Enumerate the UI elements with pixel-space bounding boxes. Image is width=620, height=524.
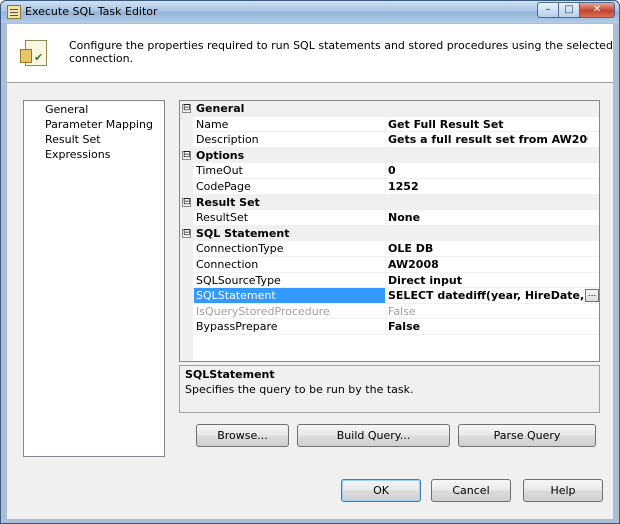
- collapse-icon[interactable]: ⊟: [182, 197, 191, 207]
- property-row-sqlsourcetype[interactable]: SQLSourceType Direct input: [180, 272, 599, 289]
- collapse-icon[interactable]: ⊟: [182, 150, 191, 160]
- property-row-description[interactable]: Description Gets a full result set from …: [180, 132, 599, 148]
- property-name: Connection: [194, 257, 386, 272]
- title-bar[interactable]: Execute SQL Task Editor – □ ✕: [1, 1, 619, 23]
- property-row-connection[interactable]: Connection AW2008: [180, 257, 599, 273]
- task-editor-icon: [20, 40, 47, 66]
- property-name: Description: [194, 132, 386, 148]
- property-value[interactable]: None: [388, 210, 588, 225]
- help-button[interactable]: Help: [523, 479, 603, 502]
- minimize-button[interactable]: –: [537, 2, 559, 18]
- property-name: ResultSet: [194, 210, 386, 226]
- build-query-button[interactable]: Build Query...: [297, 424, 450, 447]
- property-value[interactable]: False: [388, 319, 588, 334]
- property-value[interactable]: 1252: [388, 179, 588, 194]
- header-description: Configure the properties required to run…: [69, 39, 613, 65]
- ellipsis-button[interactable]: ...: [585, 289, 599, 303]
- property-value[interactable]: OLE DB: [388, 241, 588, 256]
- property-row-sqlstatement[interactable]: SQLStatement SELECT datediff(year, HireD…: [180, 288, 599, 304]
- property-name: TimeOut: [194, 163, 386, 179]
- nav-item-expressions[interactable]: Expressions: [45, 147, 110, 162]
- category-result-set[interactable]: ⊟ Result Set: [180, 194, 599, 211]
- category-label: SQL Statement: [196, 226, 290, 240]
- dialog-window: Execute SQL Task Editor – □ ✕ Configure …: [0, 0, 620, 524]
- category-label: Result Set: [196, 195, 260, 209]
- property-name: SQLSourceType: [194, 272, 386, 288]
- property-description-panel: SQLStatement Specifies the query to be r…: [179, 365, 600, 413]
- description-text: Specifies the query to be run by the tas…: [185, 383, 414, 396]
- category-general[interactable]: ⊟ General: [180, 101, 599, 117]
- property-name: BypassPrepare: [194, 319, 386, 335]
- property-value[interactable]: Get Full Result Set: [388, 117, 588, 132]
- page-navigation: General Parameter Mapping Result Set Exp…: [23, 100, 165, 457]
- property-name: Name: [194, 116, 386, 132]
- property-row-bypassprepare[interactable]: BypassPrepare False: [180, 319, 599, 335]
- property-row-resultset[interactable]: ResultSet None: [180, 210, 599, 226]
- property-row-timeout[interactable]: TimeOut 0: [180, 163, 599, 179]
- nav-item-general[interactable]: General: [45, 102, 88, 117]
- category-label: General: [196, 102, 245, 115]
- property-value[interactable]: SELECT datediff(year, HireDate, GETDATE(…: [388, 288, 588, 303]
- category-options[interactable]: ⊟ Options: [180, 147, 599, 164]
- property-name: CodePage: [194, 179, 386, 194]
- window-title: Execute SQL Task Editor: [25, 5, 158, 18]
- nav-item-result-set[interactable]: Result Set: [45, 132, 101, 147]
- property-grid: ⊟ General Name Get Full Result Set Descr…: [179, 100, 600, 362]
- property-value[interactable]: AW2008: [388, 257, 588, 272]
- cancel-button[interactable]: Cancel: [431, 479, 511, 502]
- property-name-selected: SQLStatement: [194, 288, 386, 304]
- property-value: False: [388, 304, 416, 318]
- maximize-button[interactable]: □: [558, 2, 580, 18]
- property-row-isquerystoredprocedure[interactable]: IsQueryStoredProcedure False: [180, 303, 599, 320]
- property-name: ConnectionType: [194, 241, 386, 257]
- property-row-name[interactable]: Name Get Full Result Set: [180, 116, 599, 133]
- property-value[interactable]: 0: [388, 163, 588, 178]
- nav-item-parameter-mapping[interactable]: Parameter Mapping: [45, 117, 153, 132]
- category-label: Options: [196, 148, 245, 162]
- browse-button[interactable]: Browse...: [196, 424, 289, 447]
- close-button[interactable]: ✕: [579, 2, 615, 18]
- category-sql-statement[interactable]: ⊟ SQL Statement: [180, 225, 599, 242]
- collapse-icon[interactable]: ⊟: [182, 104, 191, 113]
- parse-query-button[interactable]: Parse Query: [458, 424, 596, 447]
- app-icon: [7, 5, 21, 19]
- dialog-header: Configure the properties required to run…: [7, 24, 613, 83]
- property-row-codepage[interactable]: CodePage 1252: [180, 179, 599, 195]
- property-value[interactable]: Gets a full result set from AW2008: [388, 132, 588, 147]
- property-name: IsQueryStoredProcedure: [194, 303, 386, 319]
- property-row-connectiontype[interactable]: ConnectionType OLE DB: [180, 241, 599, 257]
- property-value[interactable]: Direct input: [388, 273, 588, 288]
- collapse-icon[interactable]: ⊟: [182, 228, 191, 238]
- dialog-client: Configure the properties required to run…: [7, 24, 613, 519]
- description-title: SQLStatement: [185, 368, 275, 381]
- ok-button[interactable]: OK: [341, 479, 421, 502]
